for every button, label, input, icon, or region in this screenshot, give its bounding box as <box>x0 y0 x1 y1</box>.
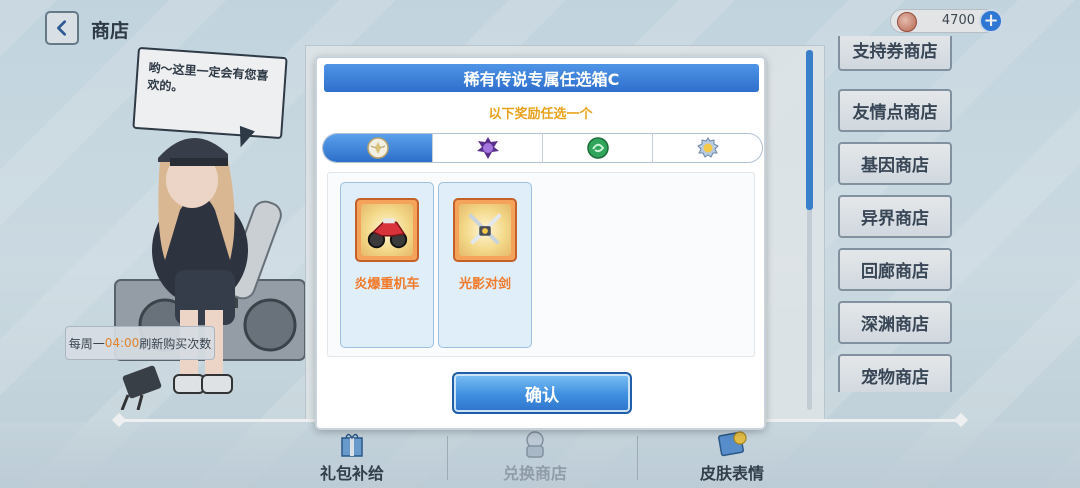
gold-gear-icon <box>696 137 719 158</box>
choice-box-dialog: 稀有传说专属任选箱C 以下奖励任选一个 炎爆重机车 光影对剑 确认 <box>315 56 766 430</box>
reward-name: 炎爆重机车 <box>354 277 420 292</box>
confirm-button[interactable]: 确认 <box>452 372 632 414</box>
twin-swords-icon <box>468 213 502 245</box>
reward-options: 炎爆重机车 光影对剑 <box>327 172 755 357</box>
purple-rune-icon <box>476 137 499 159</box>
category-tabs <box>322 133 763 163</box>
wing-emblem-icon <box>366 137 389 159</box>
reward-frame <box>453 198 517 262</box>
dialog-title: 稀有传说专属任选箱C <box>324 64 759 92</box>
green-swirl-icon <box>586 137 609 159</box>
dialog-subtitle: 以下奖励任选一个 <box>488 107 593 122</box>
reward-card[interactable]: 炎爆重机车 <box>340 182 434 348</box>
tab-gold-gear[interactable] <box>653 134 762 162</box>
reward-card[interactable]: 光影对剑 <box>438 182 532 348</box>
reward-name: 光影对剑 <box>458 277 511 292</box>
motorcycle-icon <box>367 218 408 249</box>
tab-wing-emblem[interactable] <box>323 134 433 162</box>
reward-frame <box>355 198 419 262</box>
tab-green-swirl[interactable] <box>543 134 653 162</box>
tab-purple-rune[interactable] <box>433 134 543 162</box>
